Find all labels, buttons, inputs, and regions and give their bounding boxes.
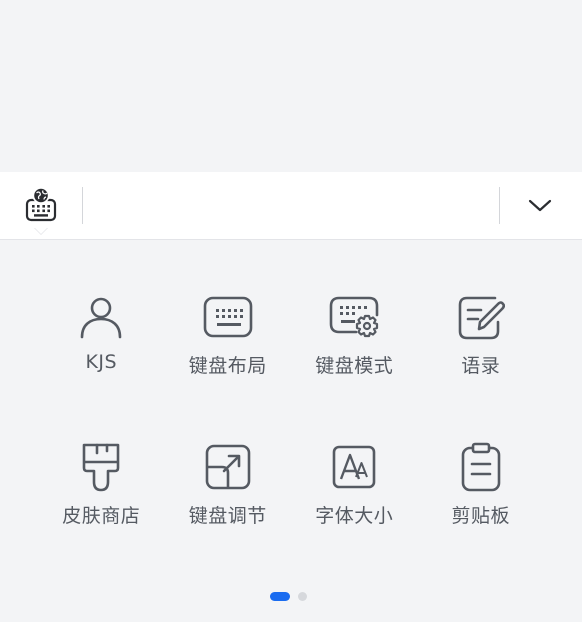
function-panel: KJS 键盘布局 键盘模式 语录 皮肤商店 键盘调节 字体大小 剪贴板 xyxy=(0,240,582,622)
function-item-font-size[interactable]: 字体大小 xyxy=(291,442,418,592)
function-grid: KJS 键盘布局 键盘模式 语录 皮肤商店 键盘调节 字体大小 剪贴板 xyxy=(38,292,544,592)
divider xyxy=(499,187,500,224)
resize-icon xyxy=(205,444,251,490)
function-item-keyboard-layout[interactable]: 键盘布局 xyxy=(165,292,292,442)
function-label: 键盘调节 xyxy=(188,505,267,527)
function-item-quotes[interactable]: 语录 xyxy=(418,292,545,442)
function-label: 键盘布局 xyxy=(188,355,267,377)
function-item-skin-store[interactable]: 皮肤商店 xyxy=(38,442,165,592)
keyboard-switch-button[interactable] xyxy=(18,182,64,228)
keyboard-icon xyxy=(203,296,253,338)
divider xyxy=(82,187,83,224)
globe-keyboard-icon xyxy=(25,187,57,222)
page-indicator xyxy=(270,592,307,601)
collapse-button[interactable] xyxy=(515,184,565,228)
function-label: 皮肤商店 xyxy=(62,505,141,527)
page-dot[interactable] xyxy=(298,592,307,601)
paint-brush-icon xyxy=(82,443,120,492)
function-label: KJS xyxy=(85,351,118,373)
clipboard-icon xyxy=(461,442,501,492)
person-icon xyxy=(80,297,122,339)
keyboard-toolbar xyxy=(0,172,582,240)
function-item-keyboard-adjust[interactable]: 键盘调节 xyxy=(165,442,292,592)
bubble-tail xyxy=(34,227,48,234)
function-label: 语录 xyxy=(461,355,501,377)
edit-note-icon xyxy=(458,296,505,340)
function-item-clipboard[interactable]: 剪贴板 xyxy=(418,442,545,592)
chevron-down-icon xyxy=(528,199,552,212)
function-item-kjs[interactable]: KJS xyxy=(38,292,165,442)
function-item-keyboard-mode[interactable]: 键盘模式 xyxy=(291,292,418,442)
font-size-icon xyxy=(332,445,376,489)
content-area xyxy=(0,0,582,172)
function-label: 键盘模式 xyxy=(315,355,394,377)
function-label: 字体大小 xyxy=(315,505,394,527)
keyboard-settings-icon xyxy=(329,296,379,338)
function-label: 剪贴板 xyxy=(451,505,510,527)
page-dot-active[interactable] xyxy=(270,592,290,601)
